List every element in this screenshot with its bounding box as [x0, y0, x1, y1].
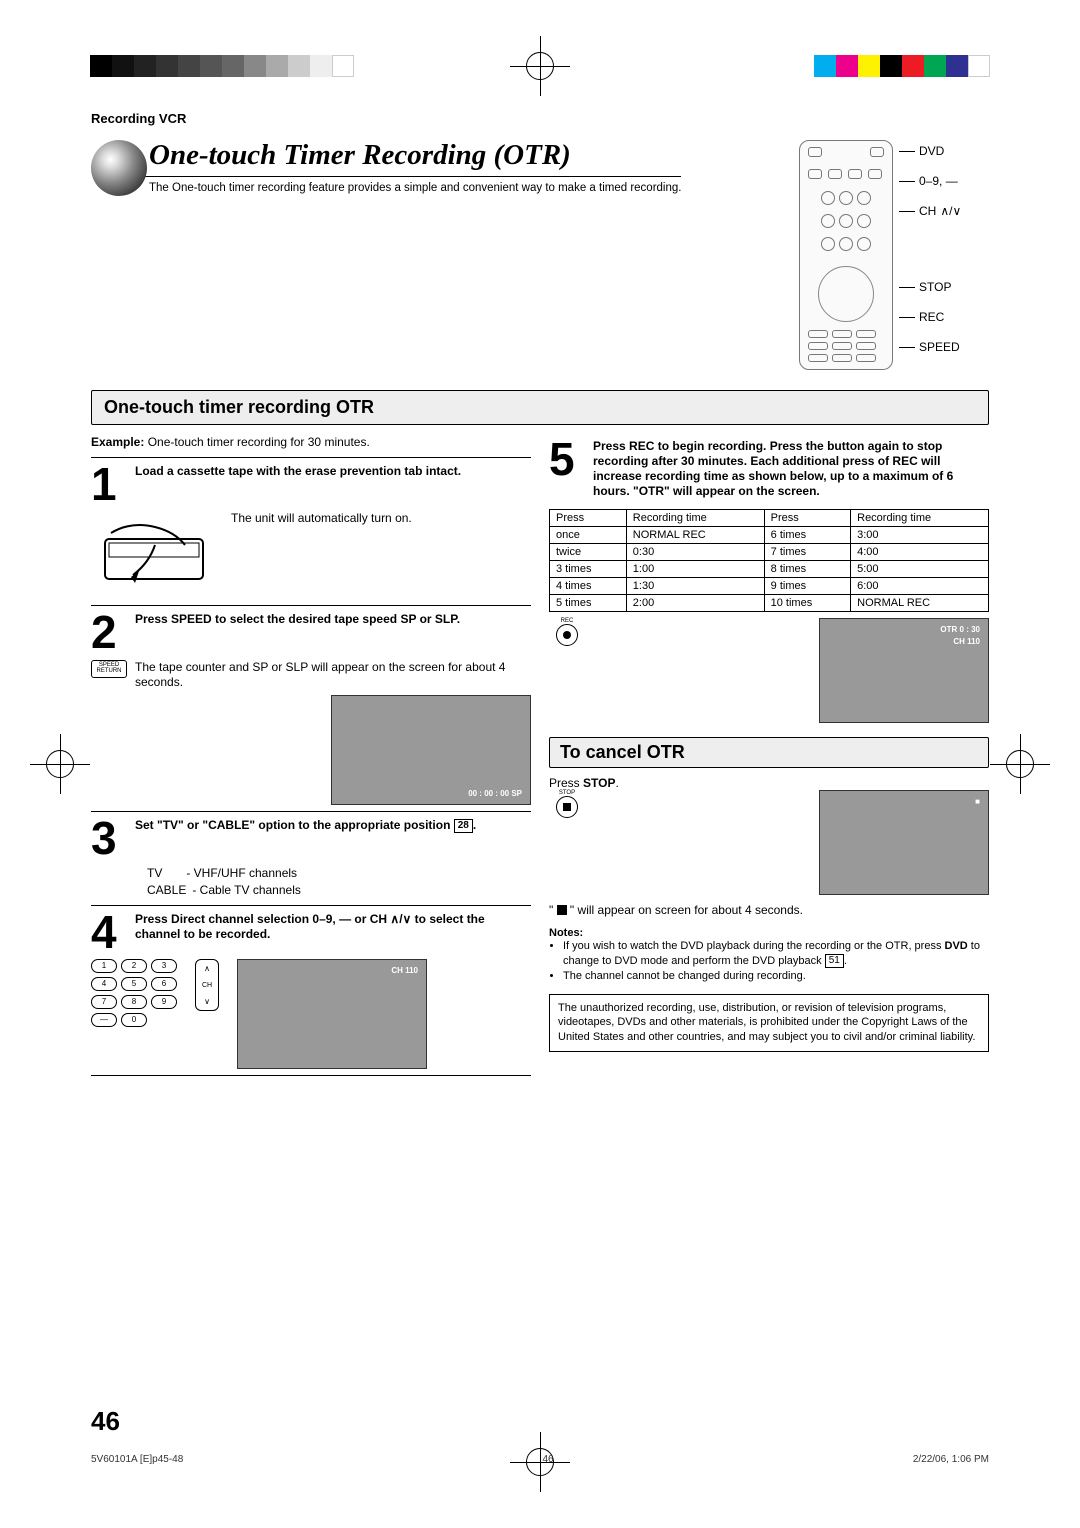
step-5-illustration: REC OTR 0 : 30 CH 110 — [549, 618, 989, 723]
section-heading-otr: One-touch timer recording OTR — [91, 390, 989, 425]
step-2-number: 2 — [91, 612, 127, 653]
registration-target-top — [520, 46, 560, 86]
page-number: 46 — [91, 1406, 120, 1437]
remote-callouts: DVD 0–9, — CH ∧/∨ STOP REC SPEED — [899, 140, 961, 354]
stop-button-icon: STOP — [549, 790, 585, 818]
page-intro: The One-touch timer recording feature pr… — [121, 181, 681, 197]
step-5-number: 5 — [549, 439, 585, 499]
footer-datetime: 2/22/06, 1:06 PM — [913, 1454, 989, 1465]
notes-label: Notes: — [549, 927, 989, 939]
step-2-screen-text: 00 : 00 : 00 SP — [468, 789, 522, 798]
footer-page: 46 — [543, 1454, 554, 1465]
step-5-screen: OTR 0 : 30 CH 110 — [819, 618, 989, 723]
step-4-screen-text: CH 110 — [391, 966, 418, 975]
running-header: Recording VCR — [91, 111, 989, 126]
rec-time-table: Press Recording time Press Recording tim… — [549, 509, 989, 612]
step-5-title: Press REC to begin recording. Press the … — [593, 439, 989, 499]
note-1: If you wish to watch the DVD playback du… — [563, 939, 989, 969]
remote-label-digits: 0–9, — — [919, 174, 958, 188]
remote-label-stop: STOP — [919, 280, 951, 294]
cassette-illustration — [91, 515, 221, 595]
step-4-number: 4 — [91, 912, 127, 953]
step-2-row: SPEED RETURN The tape counter and SP or … — [91, 660, 531, 691]
cancel-illustration: STOP ■ — [549, 790, 989, 895]
title-block: One-touch Timer Recording (OTR) The One-… — [91, 140, 779, 196]
example-line: Example: One-touch timer recording for 3… — [91, 435, 531, 449]
registration-target-right — [1000, 744, 1040, 784]
cancel-heading: To cancel OTR — [549, 737, 989, 768]
step-1-number: 1 — [91, 464, 127, 505]
numpad-icon: 1 2 3 4 5 6 7 8 9 — 0 — [91, 959, 177, 1027]
note-2: The channel cannot be changed during rec… — [563, 969, 989, 984]
remote-label-rec: REC — [919, 310, 944, 324]
step-1-text: The unit will automatically turn on. — [231, 511, 412, 599]
step-5: 5 Press REC to begin recording. Press th… — [549, 439, 989, 499]
footer-filename: 5V60101A [E]p45-48 — [91, 1454, 183, 1465]
remote-label-speed: SPEED — [919, 340, 960, 354]
example-text: One-touch timer recording for 30 minutes… — [144, 435, 369, 449]
footer-metadata: 5V60101A [E]p45-48 46 2/22/06, 1:06 PM — [91, 1454, 989, 1465]
remote-label-ch: CH — [919, 204, 936, 218]
two-column-layout: Example: One-touch timer recording for 3… — [91, 435, 989, 1082]
crop-bw-swatches — [90, 55, 354, 77]
content-area: Recording VCR One-touch Timer Recording … — [90, 110, 990, 1438]
crop-cmyk-swatches — [814, 55, 990, 77]
step-3: 3 Set "TV" or "CABLE" option to the appr… — [91, 818, 531, 859]
notes-list: If you wish to watch the DVD playback du… — [549, 939, 989, 984]
cancel-text: Press STOP. — [549, 776, 989, 790]
page: Recording VCR One-touch Timer Recording … — [0, 0, 1080, 1528]
tv-line: TV - VHF/UHF channels — [147, 865, 531, 882]
step-5-screen-text1: OTR 0 : 30 — [940, 625, 980, 634]
step-1-title: Load a cassette tape with the erase prev… — [135, 464, 531, 479]
step-4: 4 Press Direct channel selection 0–9, — … — [91, 912, 531, 953]
title-row: One-touch Timer Recording (OTR) The One-… — [91, 140, 989, 370]
step-5-screen-text2: CH 110 — [953, 637, 980, 646]
remote-illustration: DVD 0–9, — CH ∧/∨ STOP REC SPEED — [799, 140, 989, 370]
step-3-title: Set "TV" or "CABLE" option to the approp… — [135, 818, 531, 833]
remote-label-dvd: DVD — [919, 144, 944, 158]
cancel-screen: ■ — [819, 790, 989, 895]
speed-key-icon: SPEED RETURN — [91, 660, 127, 678]
tv-cable-options: TV - VHF/UHF channels CABLE - Cable TV c… — [147, 865, 531, 899]
title-text: One-touch Timer Recording (OTR) The One-… — [121, 140, 681, 196]
cable-line: CABLE - Cable TV channels — [147, 882, 531, 899]
cancel-appear-text: " " will appear on screen for about 4 se… — [549, 903, 989, 917]
page-ref-28: 28 — [454, 819, 473, 833]
example-label: Example: — [91, 435, 144, 449]
step-1: 1 Load a cassette tape with the erase pr… — [91, 464, 531, 505]
step-4-illustration: 1 2 3 4 5 6 7 8 9 — 0 ∧ CH — [91, 959, 531, 1069]
column-right: 5 Press REC to begin recording. Press th… — [549, 435, 989, 1082]
ch-updown-icon: ∧ CH ∨ — [195, 959, 219, 1011]
page-ref-51: 51 — [825, 954, 844, 968]
rec-button-icon: REC — [549, 618, 585, 646]
stop-square-icon — [557, 905, 567, 915]
step-4-screen: CH 110 — [237, 959, 427, 1069]
step-2-title: Press SPEED to select the desired tape s… — [135, 612, 531, 627]
step-4-title: Press Direct channel selection 0–9, — or… — [135, 912, 531, 942]
step-2: 2 Press SPEED to select the desired tape… — [91, 612, 531, 653]
registration-target-left — [40, 744, 80, 784]
legal-disclaimer: The unauthorized recording, use, distrib… — [549, 994, 989, 1053]
column-left: Example: One-touch timer recording for 3… — [91, 435, 531, 1082]
page-title: One-touch Timer Recording (OTR) — [121, 140, 681, 177]
decorative-sphere-icon — [91, 140, 147, 196]
step-2-screen: 00 : 00 : 00 SP — [331, 695, 531, 805]
step-3-number: 3 — [91, 818, 127, 859]
remote-body — [799, 140, 893, 370]
step-2-text: The tape counter and SP or SLP will appe… — [135, 660, 531, 691]
